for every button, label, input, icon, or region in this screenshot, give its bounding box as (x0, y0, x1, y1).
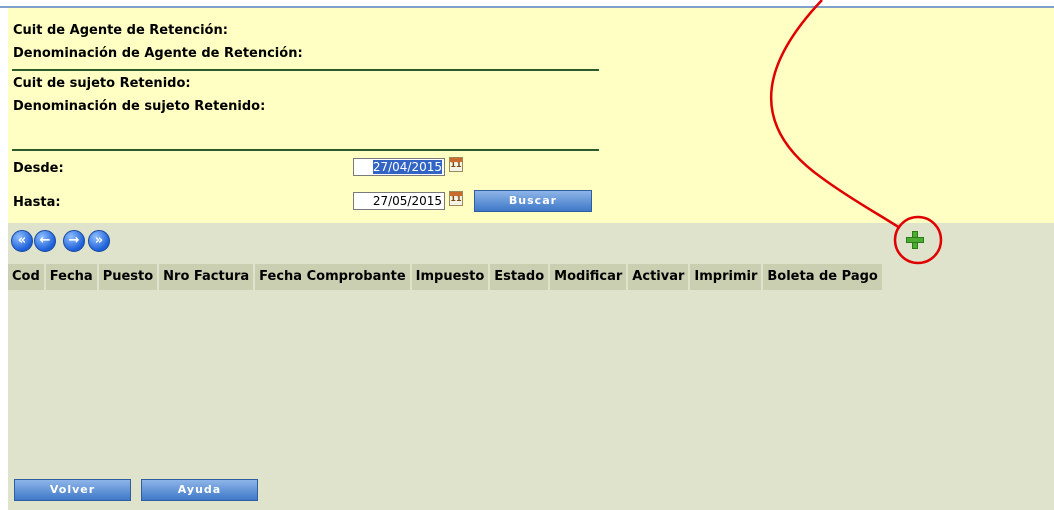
to-date-input[interactable]: 27/05/2015 (353, 192, 445, 210)
first-page-icon[interactable]: « (11, 230, 33, 252)
next-page-icon[interactable]: → (63, 230, 85, 252)
column-header-estado[interactable]: Estado (490, 264, 549, 290)
column-header-nro-factura[interactable]: Nro Factura (159, 264, 254, 290)
back-button[interactable]: Volver (14, 479, 131, 501)
column-header-imprimir[interactable]: Imprimir (690, 264, 762, 290)
column-header-modificar[interactable]: Modificar (550, 264, 627, 290)
column-header-boleta-de-pago[interactable]: Boleta de Pago (763, 264, 882, 290)
divider-1 (12, 69, 599, 71)
from-date-input[interactable]: 27/04/2015 (353, 158, 445, 176)
left-margin (0, 8, 8, 510)
calendar-icon[interactable]: 11 (449, 191, 463, 206)
grid-header: Cod Fecha Puesto Nro Factura Fecha Compr… (8, 264, 884, 290)
column-header-puesto[interactable]: Puesto (98, 264, 158, 290)
calendar-icon[interactable]: 11 (449, 157, 463, 172)
column-header-impuesto[interactable]: Impuesto (411, 264, 489, 290)
subject-name-label: Denominación de sujeto Retenido: (13, 99, 266, 114)
prev-page-icon[interactable]: ← (34, 230, 56, 252)
add-plus-icon-center (913, 238, 917, 242)
column-header-cod[interactable]: Cod (8, 264, 44, 290)
results-grid-area: « ← → » Cod Fecha Puesto Nro Factura Fec… (8, 223, 1054, 510)
to-date-value: 27/05/2015 (372, 194, 442, 208)
divider-2 (12, 149, 599, 151)
agent-name-label: Denominación de Agente de Retención: (13, 46, 303, 61)
subject-cuit-label: Cuit de sujeto Retenido: (13, 76, 191, 91)
from-date-value: 27/04/2015 (372, 160, 442, 174)
calendar-icon-day: 11 (450, 194, 462, 203)
column-header-fecha[interactable]: Fecha (45, 264, 97, 290)
search-button[interactable]: Buscar (474, 190, 592, 212)
info-panel: Cuit de Agente de Retención: Denominació… (8, 8, 1054, 223)
column-header-fecha-comprobante[interactable]: Fecha Comprobante (255, 264, 410, 290)
help-button[interactable]: Ayuda (141, 479, 258, 501)
to-label: Hasta: (13, 195, 61, 210)
column-header-activar[interactable]: Activar (628, 264, 689, 290)
from-label: Desde: (13, 161, 64, 176)
agent-cuit-label: Cuit de Agente de Retención: (13, 23, 228, 38)
add-plus-icon[interactable] (906, 231, 924, 249)
last-page-icon[interactable]: » (88, 230, 110, 252)
calendar-icon-day: 11 (450, 160, 462, 169)
